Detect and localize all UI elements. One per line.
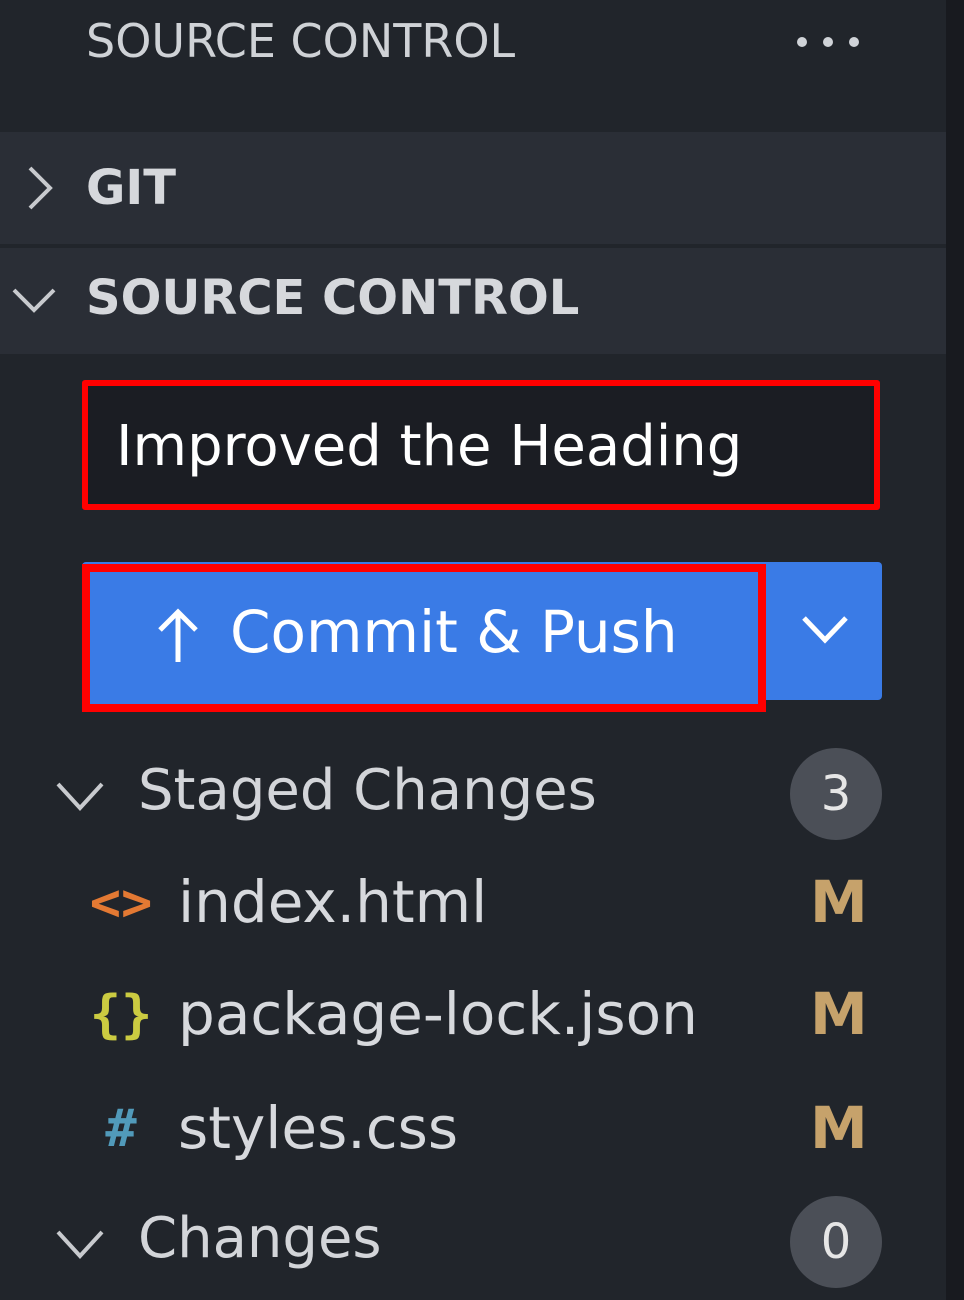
section-git-label: GIT [86,160,176,216]
html-file-icon: <> [89,873,153,933]
css-file-icon: # [105,1099,137,1159]
chevron-down-icon [802,616,848,644]
chevron-down-icon [56,1230,104,1259]
commit-message-box [82,380,880,510]
commit-button-group: Commit & Push [82,562,882,712]
staged-file-item[interactable]: <> index.html M [0,848,946,958]
json-file-icon: {} [89,985,153,1045]
scrollbar-track[interactable] [946,0,964,1300]
chevron-right-icon [28,166,53,210]
changes-count-badge: 0 [790,1196,882,1288]
section-source-control[interactable]: SOURCE CONTROL [0,248,946,354]
file-name: index.html [178,868,488,936]
staged-file-item[interactable]: # styles.css M [0,1074,946,1184]
commit-message-input[interactable] [116,408,856,484]
section-source-control-label: SOURCE CONTROL [86,270,580,326]
arrow-up-icon [158,608,198,662]
modified-status: M [810,1094,868,1162]
commit-and-push-label: Commit & Push [230,598,678,666]
view-title: SOURCE CONTROL [86,14,516,68]
staged-changes-label: Staged Changes [138,758,597,823]
view-header: SOURCE CONTROL [0,0,946,132]
commit-options-dropdown-button[interactable] [768,562,882,700]
ellipsis-icon[interactable] [790,20,870,64]
section-git[interactable]: GIT [0,132,946,244]
file-name: styles.css [178,1094,459,1162]
changes-group[interactable]: Changes 0 [0,1186,946,1296]
commit-and-push-button[interactable]: Commit & Push [82,564,766,712]
modified-status: M [810,980,868,1048]
modified-status: M [810,868,868,936]
chevron-down-icon [12,288,56,313]
chevron-down-icon [56,782,104,811]
changes-label: Changes [138,1206,382,1271]
staged-count-badge: 3 [790,748,882,840]
file-name: package-lock.json [178,980,698,1048]
staged-file-item[interactable]: {} package-lock.json M [0,960,946,1070]
source-control-panel: SOURCE CONTROL GIT SOURCE CONTROL Improv… [0,0,946,1300]
staged-changes-group[interactable]: Staged Changes 3 [0,738,946,848]
